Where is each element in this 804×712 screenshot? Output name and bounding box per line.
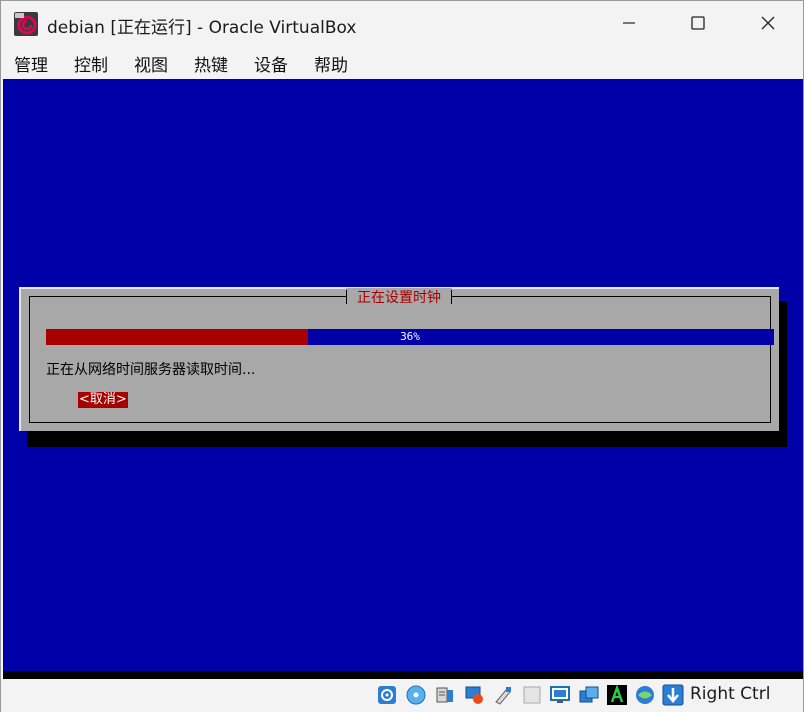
progress-bar: 36% xyxy=(46,329,774,345)
menu-manage[interactable]: 管理 xyxy=(14,51,48,76)
mouse-integration-icon[interactable] xyxy=(606,684,628,706)
shared-folders-icon[interactable] xyxy=(521,684,543,706)
guest-additions-icon[interactable] xyxy=(634,684,656,706)
minimize-icon xyxy=(623,22,635,24)
host-key-icon[interactable] xyxy=(662,684,684,706)
menu-view[interactable]: 视图 xyxy=(134,51,168,76)
menu-control[interactable]: 控制 xyxy=(74,51,108,76)
maximize-button[interactable] xyxy=(675,1,721,45)
title-right-tick xyxy=(451,290,452,304)
minimize-button[interactable] xyxy=(606,1,652,45)
network-icon[interactable] xyxy=(463,684,485,706)
title-bar[interactable]: debian [正在运行] - Oracle VirtualBox xyxy=(1,1,803,45)
menu-hotkeys[interactable]: 热键 xyxy=(194,51,228,76)
usb-icon[interactable] xyxy=(492,684,514,706)
status-bar: Right Ctrl xyxy=(1,679,803,712)
dialog-frame: 正在设置时钟 36% 正在从网络时间服务器读取时间... <取消> xyxy=(29,288,774,423)
close-button[interactable] xyxy=(745,1,791,45)
host-key-label: Right Ctrl xyxy=(690,684,771,704)
audio-icon[interactable] xyxy=(434,684,456,706)
progress-label: 36% xyxy=(400,330,420,343)
menu-bar: 管理 控制 视图 热键 设备 帮助 xyxy=(1,45,803,79)
vm-bottom-strip xyxy=(3,671,803,679)
installer-dialog: 正在设置时钟 36% 正在从网络时间服务器读取时间... <取消> xyxy=(19,287,779,431)
close-icon xyxy=(761,16,775,30)
dialog-title-wrap: 正在设置时钟 xyxy=(346,288,452,306)
display-icon[interactable] xyxy=(549,684,571,706)
hard-disk-icon[interactable] xyxy=(376,684,398,706)
debian-logo-icon xyxy=(14,12,38,36)
window-title: debian [正在运行] - Oracle VirtualBox xyxy=(47,18,357,38)
menu-help[interactable]: 帮助 xyxy=(314,51,348,76)
cancel-button[interactable]: <取消> xyxy=(78,392,128,408)
maximize-icon xyxy=(691,16,705,30)
dialog-title: 正在设置时钟 xyxy=(357,290,441,306)
capture-icon[interactable] xyxy=(578,684,600,706)
vm-display[interactable]: 正在设置时钟 36% 正在从网络时间服务器读取时间... <取消> xyxy=(3,79,803,671)
status-message: 正在从网络时间服务器读取时间... xyxy=(46,362,256,378)
menu-devices[interactable]: 设备 xyxy=(254,51,288,76)
virtualbox-window: debian [正在运行] - Oracle VirtualBox 管理 控制 … xyxy=(0,0,804,712)
optical-drive-icon[interactable] xyxy=(405,684,427,706)
